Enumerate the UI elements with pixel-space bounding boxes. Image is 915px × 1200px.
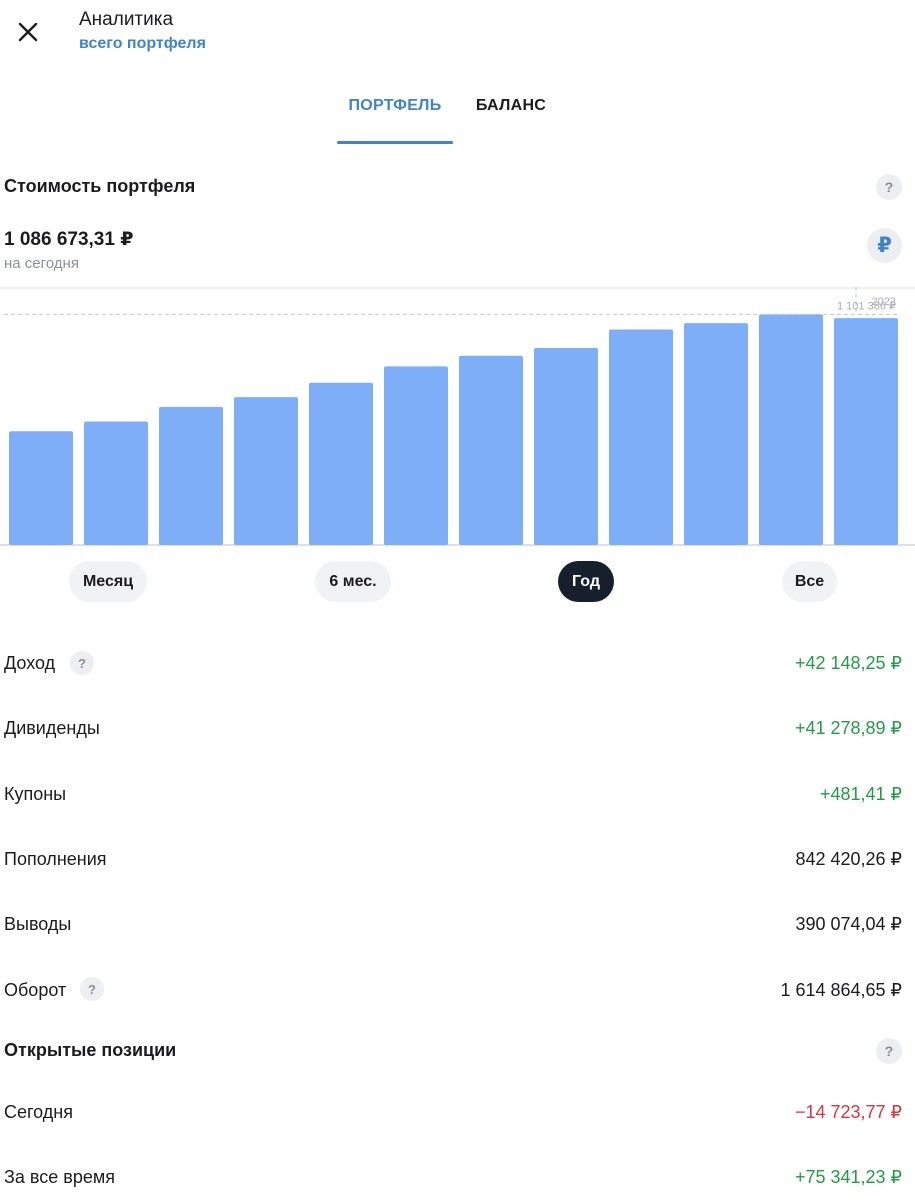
chart-bar-2[interactable] <box>84 421 148 545</box>
portfolio-value-caption: на сегодня <box>4 255 79 272</box>
portfolio-help-button[interactable]: ? <box>876 174 902 200</box>
chart-bar-9[interactable] <box>609 329 673 545</box>
chart-bar-5[interactable] <box>309 382 373 545</box>
turnover-value: 1 614 864,65 ₽ <box>780 980 902 1000</box>
period-all-chip[interactable]: Все <box>782 561 837 602</box>
deposits-label: Пополнения <box>4 849 107 869</box>
chart-bar-7[interactable] <box>459 355 523 545</box>
portfolio-value: 1 086 673,31 ₽ <box>4 229 134 250</box>
coupons-label: Купоны <box>4 784 67 804</box>
close-button[interactable] <box>10 14 46 50</box>
turnover-help-button[interactable]: ? <box>80 977 104 1001</box>
help-icon: ? <box>884 1043 894 1059</box>
portfolio-value-title: Стоимость портфеля <box>4 176 196 196</box>
chart-bar-4[interactable] <box>234 397 298 545</box>
all-time-value: +75 341,23 ₽ <box>794 1167 902 1187</box>
deposits-value: 842 420,26 ₽ <box>795 849 902 869</box>
page-title: Аналитика <box>79 9 174 30</box>
help-icon: ? <box>78 655 86 671</box>
chart-bar-8[interactable] <box>534 348 598 545</box>
withdrawals-label: Выводы <box>4 914 72 934</box>
coupons-value: +481,41 ₽ <box>819 784 902 804</box>
help-icon: ? <box>88 981 96 997</box>
period-year-chip[interactable]: Год <box>558 561 614 602</box>
income-help-button[interactable]: ? <box>70 651 94 675</box>
income-label: Доход <box>4 653 56 673</box>
page-subtitle: всего портфеля <box>79 35 206 52</box>
currency-button[interactable]: ₽ <box>867 228 902 263</box>
open-positions-help-button[interactable]: ? <box>876 1038 902 1064</box>
chart-bar-3[interactable] <box>159 406 223 545</box>
tab-balance[interactable]: БАЛАНС <box>466 97 556 115</box>
highlight-value-label: 1 101 386 ₽ <box>837 300 896 312</box>
today-label: Сегодня <box>4 1102 73 1122</box>
chart-bar-12[interactable] <box>834 318 898 545</box>
all-time-label: За все время <box>4 1167 115 1187</box>
tab-portfolio[interactable]: ПОРТФЕЛЬ <box>337 97 453 115</box>
dividends-label: Дивиденды <box>4 718 100 738</box>
chart-bar-10[interactable] <box>684 323 748 545</box>
withdrawals-value: 390 074,04 ₽ <box>795 914 902 934</box>
turnover-label: Оборот <box>4 980 67 1000</box>
portfolio-bar-chart[interactable]: 2022 1 101 386 ₽ <box>0 287 915 547</box>
help-icon: ? <box>884 179 894 195</box>
active-tab-indicator <box>337 141 453 144</box>
open-positions-title: Открытые позиции <box>4 1040 177 1060</box>
close-icon <box>18 22 38 42</box>
ruble-icon: ₽ <box>877 234 892 257</box>
chart-bar-6[interactable] <box>384 366 448 545</box>
period-month-chip[interactable]: Месяц <box>69 561 147 602</box>
dividends-value: +41 278,89 ₽ <box>794 718 902 738</box>
chart-bars <box>9 314 898 545</box>
chart-bar-11[interactable] <box>759 314 823 545</box>
today-value: −14 723,77 ₽ <box>794 1102 902 1122</box>
period-6m-chip[interactable]: 6 мес. <box>315 561 391 602</box>
chart-bar-1[interactable] <box>9 431 73 545</box>
income-value: +42 148,25 ₽ <box>794 653 902 673</box>
